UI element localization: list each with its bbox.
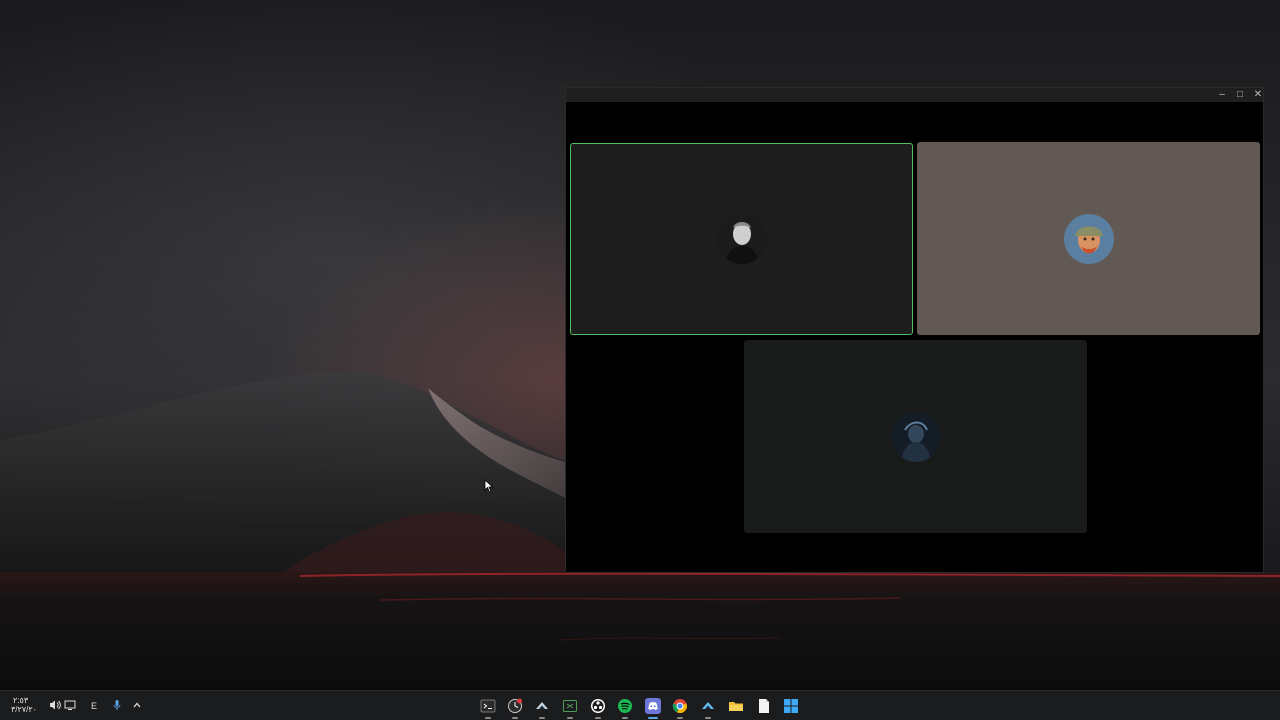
minimize-button[interactable]: – (1213, 88, 1231, 102)
running-indicator (595, 717, 601, 719)
running-indicator (622, 717, 628, 719)
chevron-up-icon[interactable] (130, 699, 144, 713)
window-titlebar[interactable]: – □ ✕ (566, 88, 1263, 102)
running-indicator (677, 717, 683, 719)
running-indicator (567, 717, 573, 719)
running-indicator (705, 717, 711, 719)
microphone-icon[interactable] (110, 699, 124, 713)
running-indicator (512, 717, 518, 719)
file-explorer-icon[interactable] (728, 698, 744, 714)
van-gogh-portrait-avatar (1063, 213, 1114, 264)
chrome-icon[interactable] (672, 698, 688, 714)
steam-icon[interactable] (534, 698, 550, 714)
language-indicator[interactable]: E (87, 699, 101, 713)
windows-start-icon[interactable] (783, 698, 799, 714)
clock-time[interactable]: ٢:٥٣ (13, 696, 28, 705)
participant-tile[interactable] (744, 340, 1087, 533)
volume-icon[interactable] (48, 699, 62, 713)
clock-app-icon[interactable] (507, 698, 523, 714)
maximize-button[interactable]: □ (1231, 88, 1249, 102)
spotify-icon[interactable] (617, 698, 633, 714)
discord-icon[interactable] (645, 698, 661, 714)
running-indicator (485, 717, 491, 719)
mouse-cursor-icon (484, 479, 494, 493)
taskbar: ٢:٥٣ ٣/٢٧/٢٠ E (0, 690, 1280, 720)
video-call-window: – □ ✕ (565, 87, 1264, 573)
participant-tile-speaking[interactable] (570, 143, 913, 335)
steam-2-icon[interactable] (700, 698, 716, 714)
display-icon[interactable] (63, 699, 77, 713)
man-portrait-avatar (716, 214, 767, 264)
obs-icon[interactable] (590, 698, 606, 714)
running-indicator (539, 717, 545, 719)
clock-date[interactable]: ٣/٢٧/٢٠ (11, 705, 37, 714)
terminal-icon[interactable] (480, 698, 496, 714)
dark-figure-avatar (890, 411, 941, 462)
participant-tile[interactable] (917, 142, 1260, 335)
notepad-icon[interactable] (756, 698, 772, 714)
active-indicator (648, 717, 658, 719)
close-button[interactable]: ✕ (1249, 88, 1267, 102)
xbox-app-icon[interactable] (562, 698, 578, 714)
